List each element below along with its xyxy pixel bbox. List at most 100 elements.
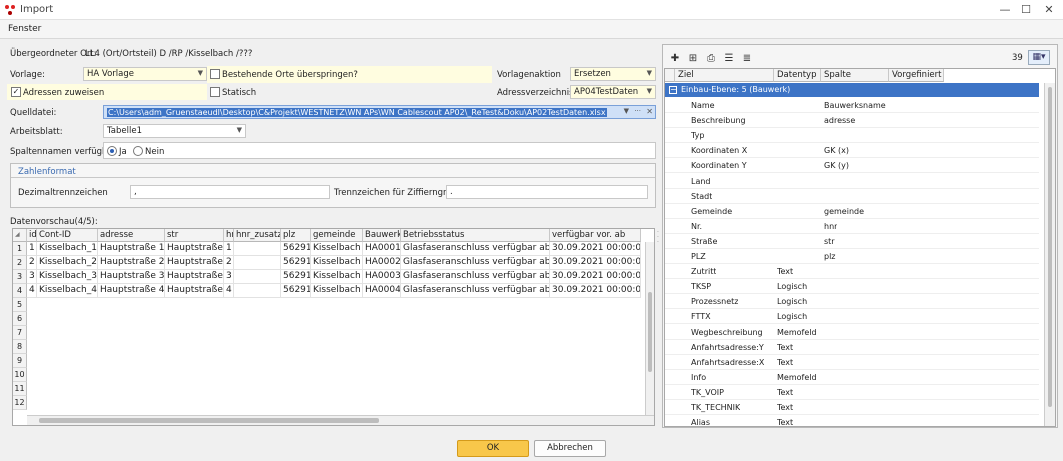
preview-cell[interactable]: Kisselbach (311, 284, 363, 298)
preview-row-number[interactable]: 5 (13, 298, 27, 312)
preview-cell[interactable]: Glasfaseranschluss verfügbar ab: (401, 284, 550, 298)
mapping-vertical-scrollbar[interactable] (1044, 83, 1055, 426)
preview-cell[interactable]: Glasfaseranschluss verfügbar ab: (401, 256, 550, 270)
table-icon[interactable]: ⊞ (686, 52, 700, 65)
print-icon[interactable]: ⎙ (704, 52, 718, 65)
adressverz-dropdown[interactable]: AP04TestDaten ▼ (570, 85, 656, 99)
list-icon[interactable]: ☰ (722, 52, 736, 65)
preview-cell[interactable]: 30.09.2021 00:00:00 (550, 242, 641, 256)
mapping-col-header[interactable]: Vorgefiniert (889, 69, 944, 82)
preview-cell[interactable]: Kisselbach (311, 256, 363, 270)
nein-radio[interactable] (133, 146, 143, 156)
scroll-thumb[interactable] (39, 418, 379, 423)
preview-col-header[interactable]: Bauwerks (363, 229, 401, 242)
preview-cell[interactable] (234, 284, 281, 298)
preview-vertical-scrollbar[interactable] (645, 242, 654, 415)
preview-col-header[interactable]: hn (224, 229, 234, 242)
preview-cell[interactable]: Kisselbach_2 (37, 256, 98, 270)
preview-row-number[interactable]: 6 (13, 312, 27, 326)
mapping-row[interactable] (665, 189, 1039, 204)
details-icon[interactable]: ≣ (740, 52, 754, 65)
preview-cell[interactable]: Hauptstraße (165, 270, 224, 284)
vorlagenaktion-dropdown[interactable]: Ersetzen ▼ (570, 67, 656, 81)
preview-col-header[interactable]: Cont-ID (37, 229, 98, 242)
skip-existing-checkbox[interactable] (210, 69, 220, 79)
preview-row-number[interactable]: 2 (13, 256, 27, 270)
preview-col-header[interactable]: gemeinde (311, 229, 363, 242)
preview-cell[interactable]: 3 (224, 270, 234, 284)
splitter-handle[interactable]: · · · (657, 230, 661, 246)
quelldatei-input[interactable]: C:\Users\adm_Gruenstaeudl\Desktop\C&Proj… (103, 105, 656, 119)
mapping-row[interactable] (665, 309, 1039, 325)
preview-cell[interactable]: 1 (224, 242, 234, 256)
mapping-row[interactable] (665, 415, 1039, 426)
preview-cell[interactable]: Hauptstraße (165, 256, 224, 270)
clear-icon[interactable]: ✕ (646, 106, 653, 117)
preview-horizontal-scrollbar[interactable] (27, 415, 654, 425)
preview-cell[interactable]: 30.09.2021 00:00:00 (550, 284, 641, 298)
preview-cell[interactable]: 56291 (281, 284, 311, 298)
preview-cell[interactable]: Kisselbach_3 (37, 270, 98, 284)
preview-cell[interactable]: 30.09.2021 00:00:00 (550, 256, 641, 270)
preview-col-header[interactable]: str (165, 229, 224, 242)
preview-col-header[interactable]: plz (281, 229, 311, 242)
preview-cell[interactable]: Kisselbach (311, 270, 363, 284)
preview-cell[interactable]: 3 (27, 270, 37, 284)
preview-cell[interactable] (234, 270, 281, 284)
mapping-row[interactable] (665, 279, 1039, 295)
preview-cell[interactable] (234, 242, 281, 256)
mapping-row[interactable] (665, 128, 1039, 144)
mapping-row[interactable] (665, 234, 1039, 249)
close-button[interactable]: ✕ (1035, 0, 1063, 20)
preview-col-header[interactable]: verfügbar vor. ab (550, 229, 641, 242)
preview-row-number[interactable]: 8 (13, 340, 27, 354)
mapping-col-header[interactable]: Ziel (675, 69, 774, 82)
preview-cell[interactable]: 56291 (281, 256, 311, 270)
preview-cell[interactable]: Hauptstraße (165, 284, 224, 298)
preview-cell[interactable]: Hauptstraße (165, 242, 224, 256)
preview-col-header[interactable]: id (27, 229, 37, 242)
mapping-group-row[interactable]: − Einbau-Ebene: 5 (Bauwerk) (665, 83, 1039, 97)
ja-radio[interactable] (107, 146, 117, 156)
preview-cell[interactable]: Kisselbach (311, 242, 363, 256)
vorlage-dropdown[interactable]: HA Vorlage ▼ (83, 67, 207, 81)
mapping-row[interactable] (665, 264, 1039, 280)
preview-cell[interactable]: HA0001 (363, 242, 401, 256)
preview-row-number[interactable]: 4 (13, 284, 27, 298)
preview-cell[interactable]: 4 (27, 284, 37, 298)
cancel-button[interactable]: Abbrechen (534, 440, 606, 457)
mapping-col-header[interactable]: Spalte (821, 69, 889, 82)
mapping-col-header[interactable]: Datentyp (774, 69, 821, 82)
preview-col-header[interactable]: hnr_zusatz (234, 229, 281, 242)
mapping-row[interactable] (665, 370, 1039, 385)
dezimal-input[interactable]: , (130, 185, 330, 199)
preview-cell[interactable]: 1 (27, 242, 37, 256)
preview-cell[interactable]: 56291 (281, 270, 311, 284)
tausender-input[interactable]: . (446, 185, 648, 199)
scroll-thumb[interactable] (1048, 87, 1052, 407)
preview-cell[interactable] (234, 256, 281, 270)
preview-cell[interactable]: 2 (27, 256, 37, 270)
mapping-row[interactable] (665, 174, 1039, 189)
arbeitsblatt-dropdown[interactable]: Tabelle1 ▼ (103, 124, 246, 138)
preview-col-header[interactable]: Betriebsstatus (401, 229, 550, 242)
mapping-grid[interactable]: Ziel Datentyp Spalte Vorgefiniert − Einbau-Eb… (664, 68, 1056, 427)
preview-cell[interactable]: Glasfaseranschluss verfügbar ab: (401, 242, 550, 256)
preview-cell[interactable]: Hauptstraße 1 (98, 242, 165, 256)
ok-button[interactable]: OK (457, 440, 529, 457)
preview-cell[interactable]: Hauptstraße 2 (98, 256, 165, 270)
preview-cell[interactable]: 56291 (281, 242, 311, 256)
preview-cell[interactable]: Hauptstraße 3 (98, 270, 165, 284)
preview-cell[interactable]: 30.09.2021 00:00:00 (550, 270, 641, 284)
collapse-icon[interactable]: − (669, 86, 677, 94)
adressen-checkbox[interactable]: ✓ (11, 87, 21, 97)
statisch-checkbox[interactable] (210, 87, 220, 97)
preview-cell[interactable]: Hauptstraße 4 (98, 284, 165, 298)
preview-row-number[interactable]: 11 (13, 382, 27, 396)
mapping-row[interactable] (665, 249, 1039, 264)
menu-fenster[interactable]: Fenster (8, 24, 41, 34)
preview-row-number[interactable]: 7 (13, 326, 27, 340)
scroll-thumb[interactable] (648, 292, 652, 372)
preview-cell[interactable]: HA0002 (363, 256, 401, 270)
column-chooser-icon[interactable]: ▦▾ (1028, 50, 1050, 65)
